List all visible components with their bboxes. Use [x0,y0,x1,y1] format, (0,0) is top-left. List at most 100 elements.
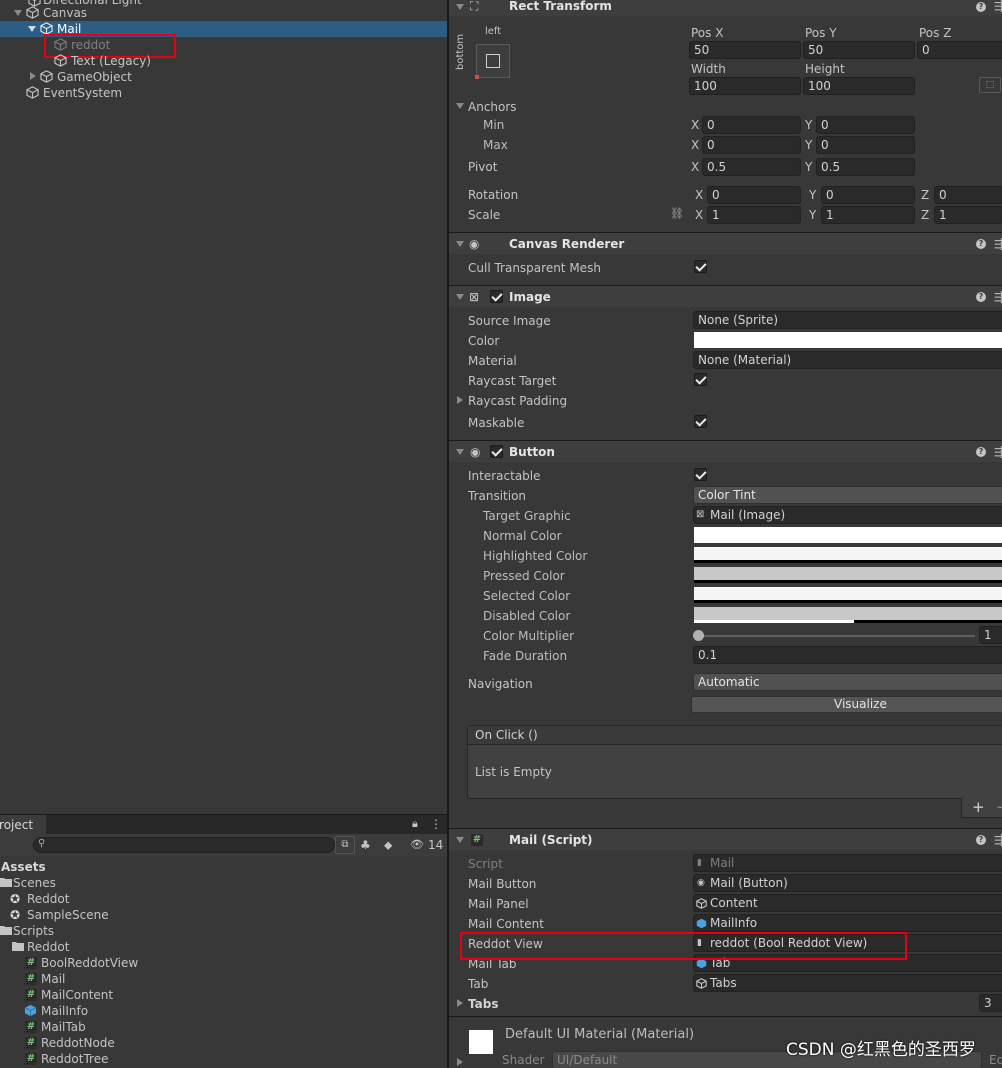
hidden-packages-icon[interactable]: 👁︎ [410,837,424,853]
settings-menu-icon[interactable]: ⇶ [994,444,1002,460]
normal-color-swatch[interactable] [694,527,1002,543]
expand-arrow-icon[interactable] [457,396,463,404]
pos-z-field[interactable]: 0 [917,41,1002,59]
mail-script-header[interactable]: # Mail (Script) ? ⇶ [449,828,1002,850]
tree-item-mail[interactable]: Mail [41,971,65,987]
expand-arrow-icon[interactable] [456,103,464,109]
lock-icon[interactable]: 🔒︎ [412,816,418,832]
expand-arrow-icon[interactable] [457,1058,463,1066]
collapse-arrow-icon[interactable] [456,449,464,455]
anchor-max-x-field[interactable]: 0 [702,136,801,154]
disabled-color-swatch[interactable] [694,607,1002,623]
color-multiplier-field[interactable]: 1 [979,626,1002,644]
image-header[interactable]: ⊠ Image ? ⇶ [449,285,1002,307]
interactable-checkbox[interactable] [694,468,707,481]
raw-edit-button[interactable]: ⬚ [979,77,1001,93]
hierarchy-item-gameobject[interactable]: GameObject [57,69,132,85]
material-field[interactable]: None (Material) [693,351,1002,369]
hierarchy-item-canvas[interactable]: Canvas [43,5,87,21]
cull-transparent-mesh-checkbox[interactable] [694,260,707,273]
help-icon[interactable]: ? [976,239,986,249]
project-tab[interactable]: Project [0,815,46,835]
shader-edit-button[interactable]: Ed [989,1052,1002,1068]
canvas-renderer-header[interactable]: ◉ Canvas Renderer ? ⇶ [449,232,1002,254]
collapse-arrow-icon[interactable] [456,241,464,247]
tree-item-samplescene[interactable]: SampleScene [27,907,109,923]
color-multiplier-slider-track[interactable] [697,635,975,637]
settings-menu-icon[interactable]: ⇶ [994,0,1002,14]
filter-by-type-icon[interactable]: ⧉ [335,836,355,854]
tree-item-assets[interactable]: Assets [1,859,46,875]
settings-menu-icon[interactable]: ⇶ [994,832,1002,848]
pressed-color-swatch[interactable] [694,567,1002,583]
height-field[interactable]: 100 [803,77,915,95]
visualize-button[interactable]: Visualize [691,696,1002,713]
scale-y-field[interactable]: 1 [821,206,915,224]
pos-y-field[interactable]: 50 [803,41,915,59]
help-icon[interactable]: ? [976,2,986,12]
image-enabled-checkbox[interactable] [490,290,503,303]
expand-arrow-icon[interactable] [457,999,463,1007]
tree-item-mailinfo[interactable]: MailInfo [41,1003,88,1019]
tree-item-mailtab[interactable]: MailTab [41,1019,86,1035]
expand-arrow-icon[interactable] [14,10,22,16]
filter-by-label-icon[interactable]: ♣ [360,837,371,853]
anchor-max-y-field[interactable]: 0 [816,136,915,154]
scale-x-field[interactable]: 1 [707,206,801,224]
pivot-x-field[interactable]: 0.5 [702,158,801,176]
mail-content-field[interactable]: MailInfo [693,914,1002,932]
constrain-proportions-icon[interactable]: ⛓ [670,206,684,222]
remove-event-button[interactable]: − [996,799,1002,815]
search-input[interactable] [33,837,335,853]
tree-item-reddotnode[interactable]: ReddotNode [41,1035,115,1051]
rect-transform-header[interactable]: ⛶ Rect Transform ? ⇶ [449,0,1002,16]
transition-dropdown[interactable]: Color Tint [693,486,1002,504]
tree-item-folder-reddot[interactable]: Reddot [27,939,69,955]
source-image-field[interactable]: None (Sprite) [693,311,1002,329]
button-header[interactable]: ◉ Button ? ⇶ [449,440,1002,462]
rotation-x-field[interactable]: 0 [707,186,801,204]
mail-panel-field[interactable]: Content [693,894,1002,912]
help-icon[interactable]: ? [976,447,986,457]
anchor-min-y-field[interactable]: 0 [816,116,915,134]
rotation-z-field[interactable]: 0 [934,186,1002,204]
color-swatch[interactable] [694,332,1002,348]
fade-duration-field[interactable]: 0.1 [693,646,1002,664]
color-multiplier-slider-handle[interactable] [693,630,704,641]
collapse-arrow-icon[interactable] [456,294,464,300]
collapse-arrow-icon[interactable] [456,4,464,10]
navigation-dropdown[interactable]: Automatic [693,673,1002,691]
anchor-min-x-field[interactable]: 0 [702,116,801,134]
width-field[interactable]: 100 [689,77,801,95]
tree-item-scene-reddot[interactable]: Reddot [27,891,69,907]
settings-menu-icon[interactable]: ⇶ [994,236,1002,252]
tree-item-boolreddotview[interactable]: BoolReddotView [41,955,138,971]
expand-arrow-icon[interactable] [28,26,36,32]
collapse-arrow-icon[interactable] [456,837,464,843]
highlighted-color-swatch[interactable] [694,547,1002,563]
add-event-button[interactable]: + [972,799,985,815]
pivot-y-field[interactable]: 0.5 [816,158,915,176]
tabs-label[interactable]: Tabs [468,996,498,1012]
expand-arrow-icon[interactable] [30,72,36,80]
pos-x-field[interactable]: 50 [689,41,801,59]
tree-item-scripts[interactable]: Scripts [13,923,54,939]
scale-z-field[interactable]: 1 [934,206,1002,224]
tabs-count-field[interactable]: 3 [979,994,1002,1012]
tree-item-reddottree[interactable]: ReddotTree [41,1051,108,1067]
raycast-target-checkbox[interactable] [694,373,707,386]
tree-item-scenes[interactable]: Scenes [13,875,56,891]
tab-field[interactable]: Tabs [693,974,1002,992]
selected-color-swatch[interactable] [694,587,1002,603]
hierarchy-item-text-legacy[interactable]: Text (Legacy) [71,53,151,69]
help-icon[interactable]: ? [976,292,986,302]
tag-icon[interactable]: ⬥ [384,837,392,853]
button-enabled-checkbox[interactable] [490,445,503,458]
rotation-y-field[interactable]: 0 [821,186,915,204]
material-preview-thumbnail[interactable] [469,1030,493,1054]
tree-item-mailcontent[interactable]: MailContent [41,987,113,1003]
target-graphic-field[interactable]: Mail (Image) [693,506,1002,524]
help-icon[interactable]: ? [976,835,986,845]
anchor-presets-button[interactable] [475,44,510,79]
mail-button-field[interactable]: Mail (Button) [693,874,1002,892]
